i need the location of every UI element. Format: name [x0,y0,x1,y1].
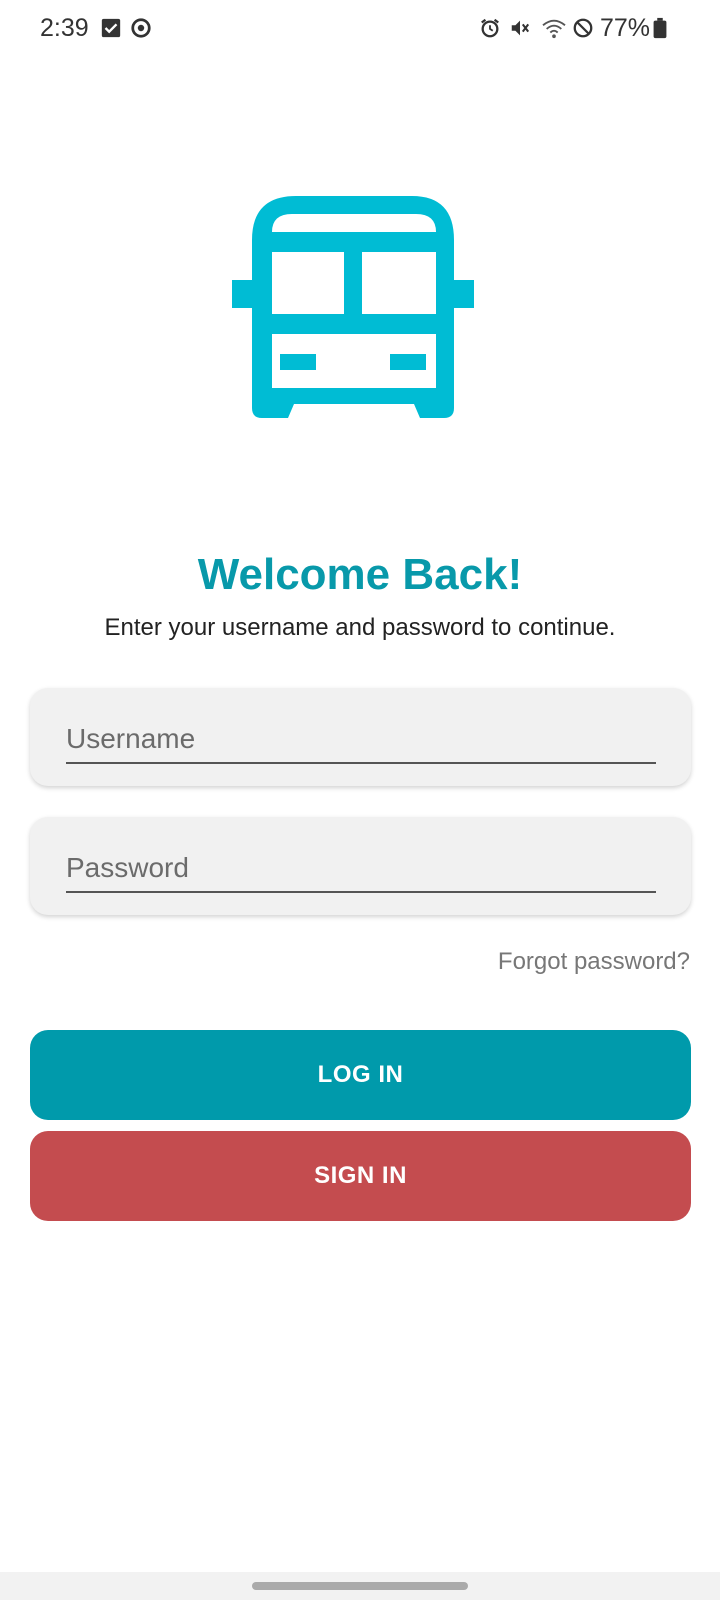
battery-icon [653,17,667,39]
no-disturb-icon [573,18,593,38]
wifi-icon [542,19,566,39]
username-input[interactable] [66,716,656,764]
password-field-container [30,817,691,915]
home-indicator[interactable] [252,1582,468,1590]
sync-icon [131,18,151,38]
bus-icon [232,196,474,418]
signin-button[interactable]: SIGN IN [30,1131,691,1221]
checkbox-icon [101,18,121,38]
battery-percent: 77% [599,14,650,42]
forgot-password-link[interactable]: Forgot password? [498,948,690,976]
alarm-icon [481,18,499,38]
username-field-container [30,688,691,786]
page-title: Welcome Back! [197,550,523,599]
navigation-bar [0,1572,720,1600]
status-bar: 2:39 77% [0,0,720,58]
status-time: 2:39 [40,14,89,42]
password-input[interactable] [66,845,656,893]
mute-icon [511,20,530,36]
login-button[interactable]: LOG IN [30,1030,691,1120]
page-subtitle: Enter your username and password to cont… [104,614,616,641]
